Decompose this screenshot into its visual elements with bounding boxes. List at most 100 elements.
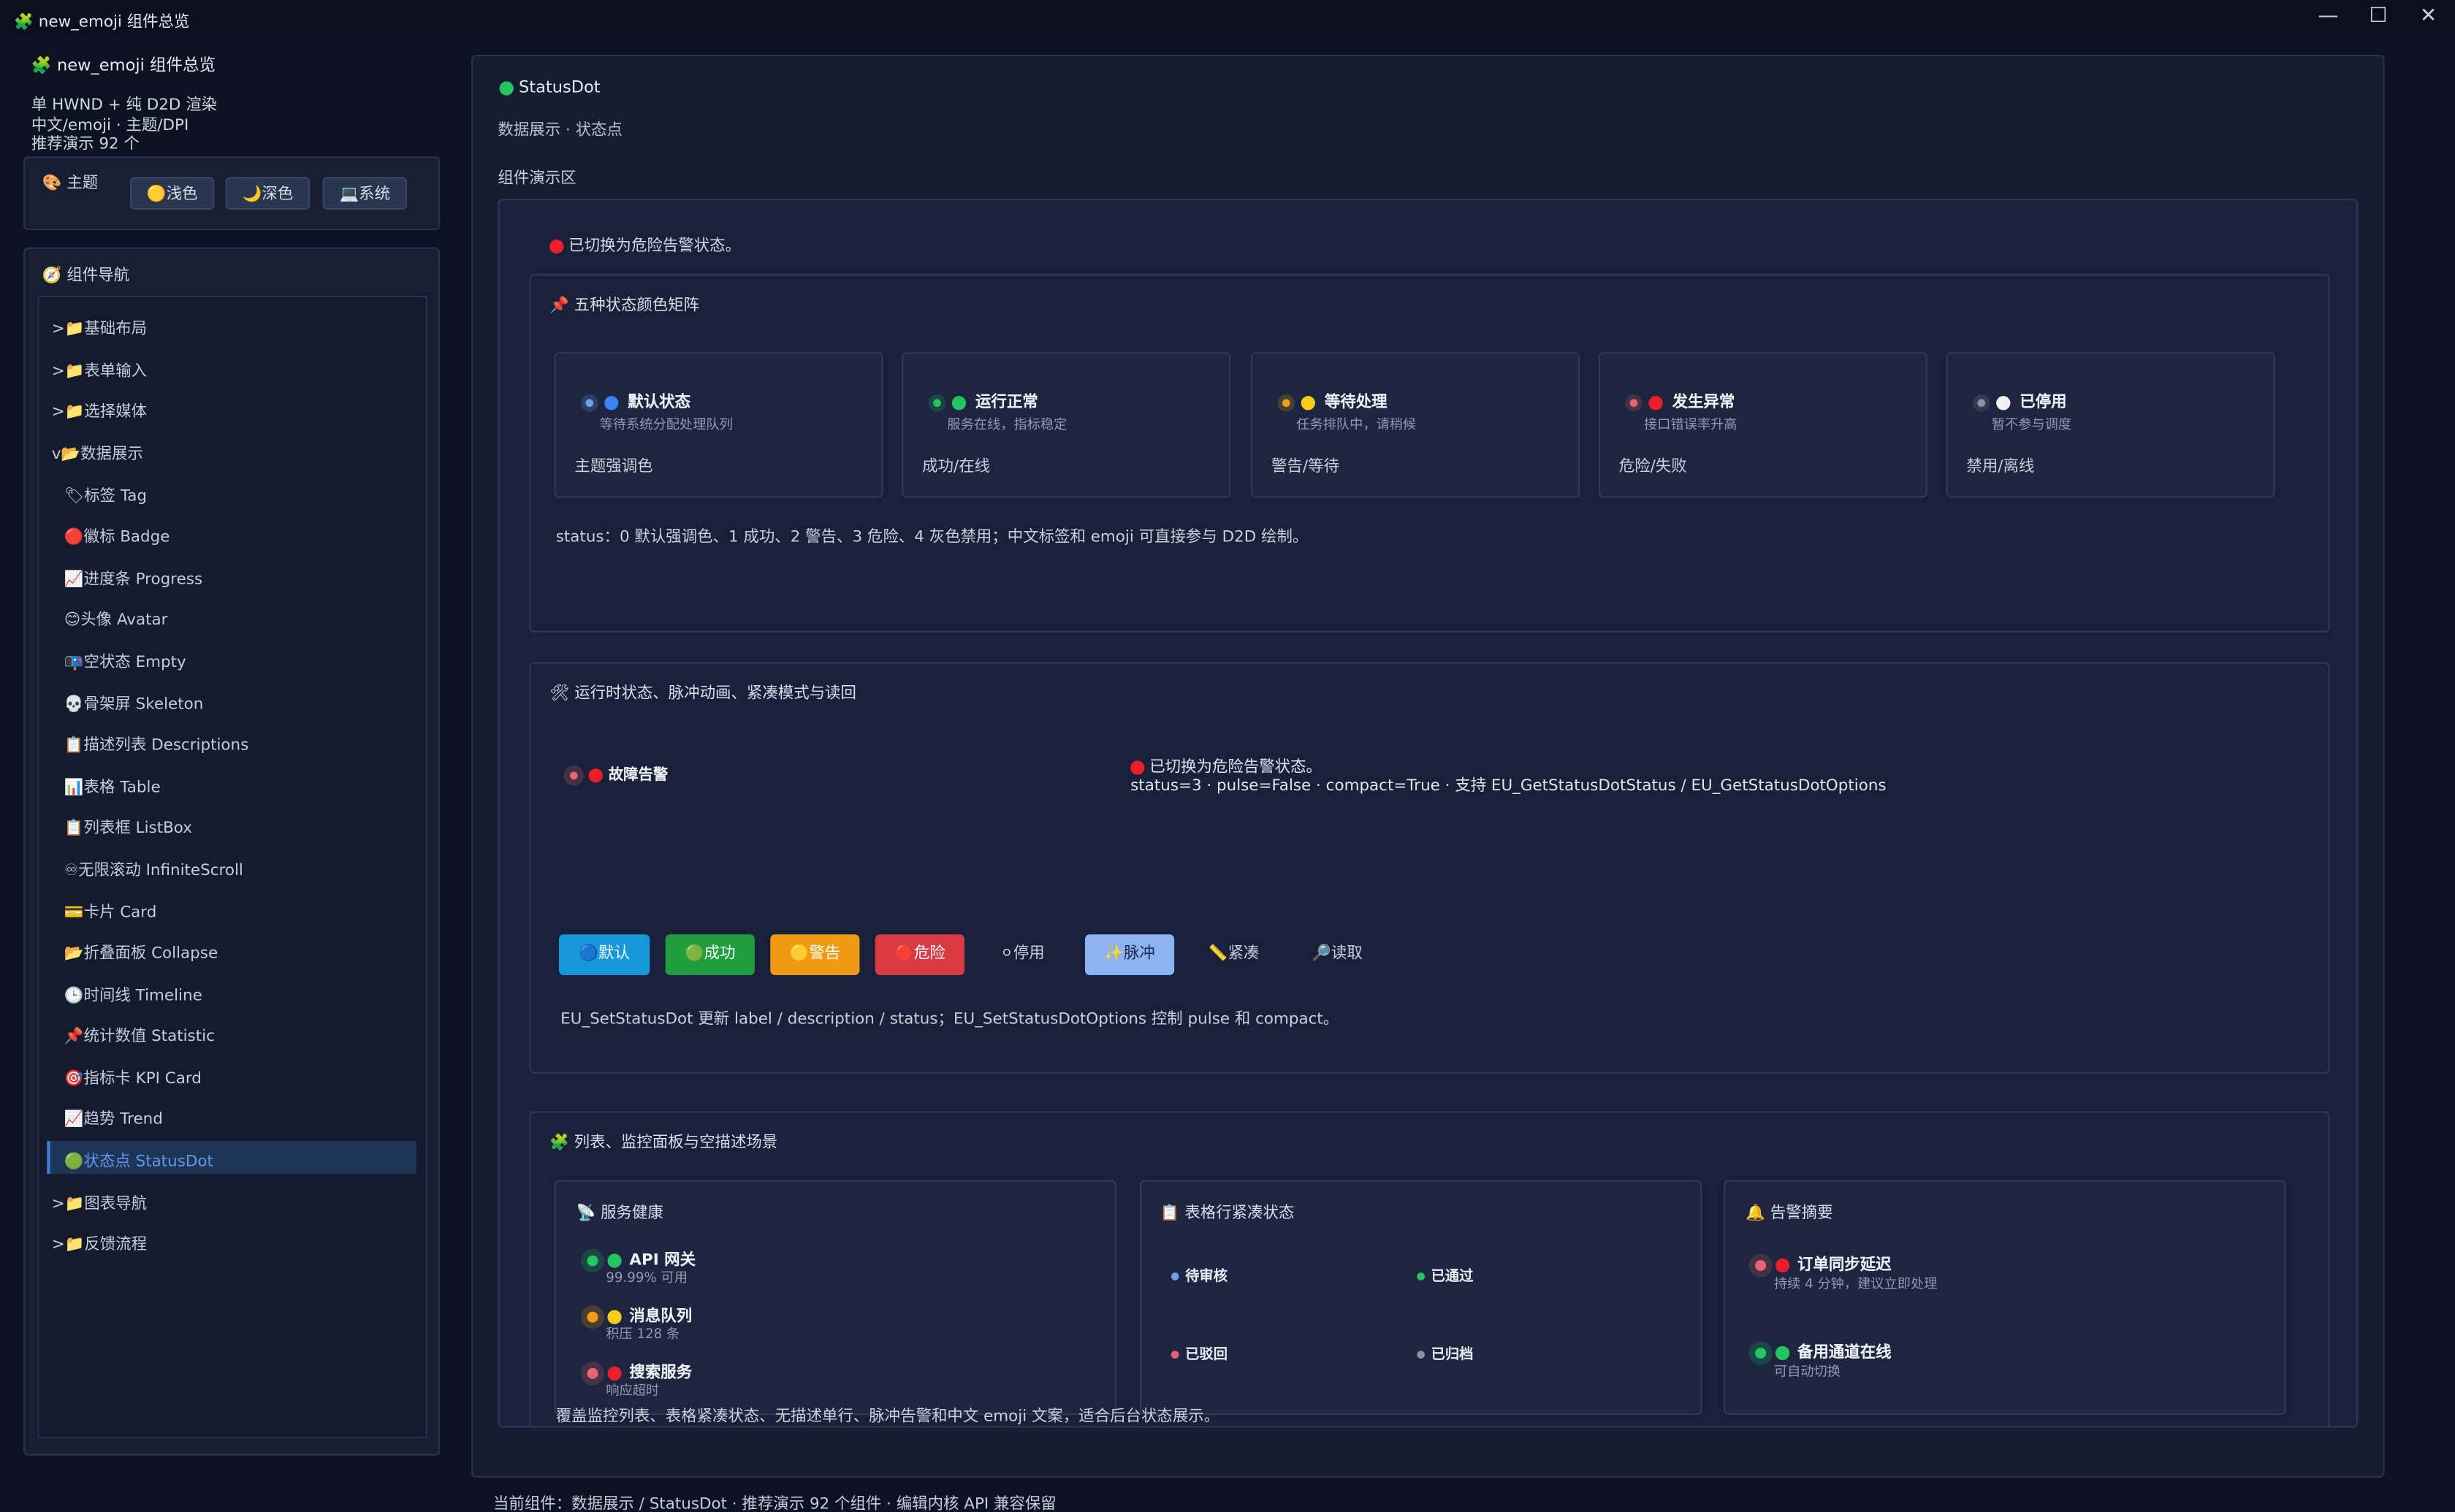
service-name: 搜索服务	[629, 1364, 693, 1383]
status-card-desc: 暂不参与调度	[1991, 418, 2072, 434]
status-card-header: 等待处理	[1277, 388, 1388, 412]
nav-item-listbox[interactable]: 📋列表框 ListBox	[64, 814, 192, 838]
bar-chart-icon: 📊	[64, 779, 84, 797]
status-card-danger: 发生异常 接口错误率升高 危险/失败	[1598, 352, 1927, 498]
set-success-button[interactable]: 🟢成功	[665, 934, 755, 975]
nav-item-badge[interactable]: 🔴徽标 Badge	[64, 523, 170, 546]
alert-item[interactable]: 订单同步延迟 持续 4 分钟，建议立即处理	[1748, 1251, 1937, 1293]
status-card-title: 发生异常	[1672, 394, 1735, 412]
nav-item-infinite-scroll[interactable]: ♾无限滚动 InfiniteScroll	[64, 856, 243, 880]
nav-item-statistic[interactable]: 📌统计数值 Statistic	[64, 1022, 215, 1046]
theme-light-button[interactable]: 🟡浅色	[129, 177, 215, 210]
nav-item-statusdot[interactable]: 🟢状态点 StatusDot	[64, 1148, 213, 1171]
set-read-button[interactable]: 🔎读取	[1296, 934, 1377, 975]
nav-item-skeleton[interactable]: 💀骨架屏 Skeleton	[64, 690, 203, 714]
folder-icon: 📁	[64, 1196, 85, 1213]
folder-icon: 📁	[64, 1236, 85, 1254]
status-card-desc: 等待系统分配处理队列	[599, 418, 733, 434]
status-card-header: 默认状态	[581, 388, 690, 412]
sidebar-info-line-3: 推荐演示 92 个	[31, 136, 140, 153]
status-dot	[1775, 1345, 1790, 1360]
status-card-foot: 主题强调色	[574, 458, 653, 476]
pulse-halo	[928, 393, 946, 411]
alert-name: 备用通道在线	[1797, 1344, 1892, 1362]
service-name: 消息队列	[629, 1308, 693, 1326]
pushpin-icon: 📌	[64, 1028, 84, 1046]
compact-status-item[interactable]: 待审核	[1171, 1264, 1228, 1285]
pulse-halo	[1748, 1253, 1773, 1277]
service-health-title: 📡 服务健康	[576, 1205, 663, 1223]
set-pulse-button[interactable]: ✨脉冲	[1085, 934, 1175, 975]
set-default-button[interactable]: 🔵默认	[559, 934, 650, 975]
status-dot	[1171, 1272, 1179, 1280]
nav-group-form-input[interactable]: >📁表单输入	[52, 357, 147, 381]
sidebar-app-title: 🧩 new_emoji 组件总览	[31, 56, 216, 75]
nav-group-chart-nav[interactable]: >📁图表导航	[52, 1190, 147, 1213]
nav-item-timeline[interactable]: 🕒时间线 Timeline	[64, 982, 202, 1005]
sparkles-icon: ✨	[1104, 945, 1124, 963]
folder-icon: 📁	[64, 403, 85, 421]
alert-item[interactable]: 备用通道在线可自动切换	[1748, 1338, 1892, 1381]
status-card-foot: 警告/等待	[1271, 458, 1339, 476]
nav-group-basic-layout[interactable]: >📁基础布局	[52, 315, 147, 338]
nav-item-trend[interactable]: 📈趋势 Trend	[64, 1105, 163, 1129]
nav-item-descriptions[interactable]: 📋描述列表 Descriptions	[64, 731, 248, 755]
set-compact-button[interactable]: 📏紧凑	[1193, 934, 1274, 975]
pulse-halo	[581, 1305, 605, 1329]
status-card-title: 已停用	[2020, 394, 2067, 412]
nav-group-feedback-flow[interactable]: >📁反馈流程	[52, 1230, 147, 1254]
alert-desc: 可自动切换	[1773, 1364, 1841, 1381]
open-folder-icon: 📂	[64, 945, 84, 963]
nav-item-avatar[interactable]: 😊头像 Avatar	[64, 606, 168, 630]
maximize-button[interactable]: ☐	[2366, 4, 2391, 29]
set-danger-button[interactable]: 🔴危险	[875, 934, 964, 975]
nav-item-table[interactable]: 📊表格 Table	[64, 774, 161, 797]
matrix-title: 📌 五种状态颜色矩阵	[549, 297, 700, 315]
alert-desc: 持续 4 分钟，建议立即处理	[1773, 1277, 1938, 1293]
satellite-dish-icon: 📡	[576, 1205, 596, 1223]
service-desc: 99.99% 可用	[606, 1271, 688, 1287]
infinity-icon: ♾	[64, 862, 79, 880]
nav-group-select-media[interactable]: >📁选择媒体	[52, 397, 147, 421]
close-button[interactable]: ✕	[2416, 4, 2440, 29]
minimize-button[interactable]: —	[2315, 4, 2340, 29]
table-compact-title: 📋 表格行紧凑状态	[1160, 1205, 1295, 1223]
theme-system-button[interactable]: 💻系统	[322, 177, 408, 210]
fault-alert-statusdot[interactable]: 故障告警	[563, 763, 668, 786]
nav-item-card[interactable]: 💳卡片 Card	[64, 898, 156, 923]
status-dot	[607, 1253, 622, 1267]
nav-item-empty[interactable]: 📭空状态 Empty	[64, 648, 186, 672]
service-desc: 积压 128 条	[606, 1327, 680, 1343]
compact-status-item[interactable]: 已通过	[1417, 1264, 1473, 1285]
compass-icon: 🧭	[42, 267, 62, 285]
status-card-title: 运行正常	[975, 394, 1038, 412]
smiley-icon: 😊	[64, 611, 81, 630]
blue-circle-icon: 🔵	[579, 945, 599, 963]
theme-palette-icon: 🎨	[42, 175, 62, 193]
folder-icon: 📁	[64, 363, 85, 381]
pulse-halo	[581, 1361, 605, 1385]
nav-item-tag[interactable]: 🏷标签 Tag	[64, 482, 147, 506]
theme-dark-button[interactable]: 🌙深色	[225, 177, 311, 210]
green-circle-icon: 🟢	[684, 945, 704, 963]
bell-icon: 🔔	[1746, 1205, 1765, 1223]
nav-item-collapse[interactable]: 📂折叠面板 Collapse	[64, 939, 218, 963]
puzzle-icon: 🧩	[31, 56, 52, 75]
clipboard-icon: 📋	[64, 820, 84, 838]
status-card-foot: 禁用/离线	[1966, 458, 2035, 476]
set-disabled-button[interactable]: ⚪停用	[982, 934, 1063, 975]
set-warning-button[interactable]: 🟡警告	[770, 934, 860, 975]
nav-group-data-display[interactable]: v📂数据展示	[52, 440, 143, 464]
nav-item-progress[interactable]: 📈进度条 Progress	[64, 565, 202, 589]
compact-status-item[interactable]: 已归档	[1417, 1343, 1473, 1363]
pushpin-icon: 📌	[549, 297, 569, 315]
status-card-title: 等待处理	[1324, 394, 1388, 412]
service-item[interactable]: 搜索服务 响应超时	[581, 1359, 693, 1400]
top-status-message: 已切换为危险告警状态。	[549, 232, 741, 255]
nav-item-kpi-card[interactable]: 🎯指标卡 KPI Card	[64, 1064, 202, 1088]
service-item[interactable]: 消息队列 积压 128 条	[581, 1302, 693, 1343]
compact-status-item[interactable]: 已驳回	[1171, 1343, 1228, 1363]
service-desc: 响应超时	[606, 1383, 660, 1400]
service-item[interactable]: API 网关 99.99% 可用	[581, 1246, 696, 1286]
status-card-desc: 服务在线，指标稳定	[947, 418, 1067, 434]
